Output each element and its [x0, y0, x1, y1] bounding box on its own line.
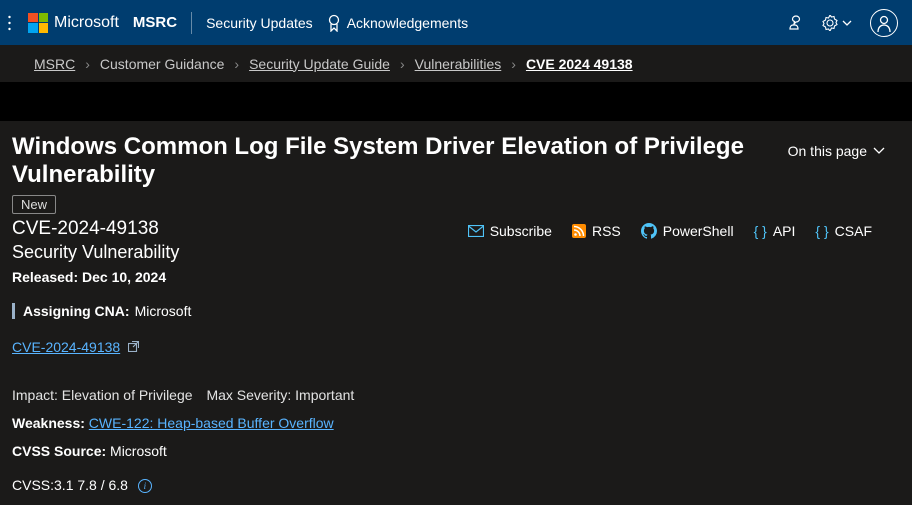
bc-vulnerabilities[interactable]: Vulnerabilities [415, 56, 502, 72]
top-header: Microsoft MSRC Security Updates Acknowle… [0, 0, 912, 45]
released-date: Released: Dec 10, 2024 [12, 269, 900, 285]
weakness-label: Weakness: [12, 415, 85, 431]
cve-link-text[interactable]: CVE-2024-49138 [12, 339, 120, 355]
header-separator [191, 12, 192, 34]
chevron-right-icon: › [85, 56, 90, 72]
chevron-down-icon [873, 147, 885, 155]
braces-icon: { } [815, 223, 828, 239]
github-icon [641, 223, 657, 239]
bc-security-update-guide[interactable]: Security Update Guide [249, 56, 390, 72]
main-content: Windows Common Log File System Driver El… [0, 121, 912, 505]
rss-icon [572, 224, 586, 238]
spacer [0, 83, 912, 121]
external-link-icon [128, 339, 139, 355]
csaf-link[interactable]: { } CSAF [815, 223, 872, 239]
on-this-page-label: On this page [788, 143, 867, 159]
bc-current[interactable]: CVE 2024 49138 [526, 56, 633, 72]
gear-icon [822, 15, 838, 31]
mail-icon [468, 225, 484, 237]
on-this-page-toggle[interactable]: On this page [788, 143, 900, 159]
person-feedback-icon [788, 15, 804, 31]
rss-text: RSS [592, 223, 621, 239]
powershell-link[interactable]: PowerShell [641, 223, 734, 239]
chevron-right-icon: › [234, 56, 239, 72]
header-right [788, 9, 904, 37]
api-text: API [773, 223, 796, 239]
csaf-text: CSAF [835, 223, 872, 239]
rss-link[interactable]: RSS [572, 223, 621, 239]
impact-label: Impact: [12, 387, 58, 403]
impact-value: Elevation of Privilege [62, 387, 193, 403]
cvss-score: CVSS:3.1 7.8 / 6.8 [12, 477, 128, 493]
chevron-down-icon [842, 20, 852, 26]
feedback-button[interactable] [788, 15, 804, 31]
cvss-score-field: CVSS:3.1 7.8 / 6.8 i [12, 477, 900, 493]
acknowledgements-text: Acknowledgements [347, 15, 468, 31]
page-title: Windows Common Log File System Driver El… [12, 133, 788, 189]
msrc-link[interactable]: MSRC [133, 14, 177, 31]
ms-logo-icon [28, 13, 48, 33]
chevron-right-icon: › [400, 56, 405, 72]
info-icon[interactable]: i [138, 479, 152, 493]
person-icon [876, 14, 892, 32]
cvss-source-value: Microsoft [110, 443, 167, 459]
cna-value: Microsoft [135, 303, 192, 319]
settings-button[interactable] [822, 15, 852, 31]
security-updates-link[interactable]: Security Updates [206, 15, 313, 31]
acknowledgements-link[interactable]: Acknowledgements [327, 14, 468, 32]
header-left: Microsoft MSRC Security Updates Acknowle… [8, 12, 468, 34]
severity-value: Important [295, 387, 354, 403]
impact-severity-row: Impact: Elevation of Privilege Max Sever… [12, 387, 900, 403]
weakness-field: Weakness: CWE-122: Heap-based Buffer Ove… [12, 415, 900, 431]
bc-customer-guidance: Customer Guidance [100, 56, 225, 72]
ribbon-icon [327, 14, 341, 32]
brand-text: Microsoft [54, 14, 119, 32]
powershell-text: PowerShell [663, 223, 734, 239]
grip-icon [8, 15, 14, 31]
cna-label: Assigning CNA: [23, 303, 130, 319]
cve-external-link[interactable]: CVE-2024-49138 [12, 339, 900, 355]
braces-icon: { } [754, 223, 767, 239]
subscribe-text: Subscribe [490, 223, 552, 239]
account-button[interactable] [870, 9, 898, 37]
cwe-link[interactable]: CWE-122: Heap-based Buffer Overflow [89, 415, 334, 431]
cvss-source-label: CVSS Source: [12, 443, 106, 459]
assigning-cna: Assigning CNA: Microsoft [12, 303, 900, 319]
severity-label: Max Severity: [206, 387, 291, 403]
microsoft-logo[interactable]: Microsoft [28, 13, 119, 33]
subscribe-link[interactable]: Subscribe [468, 223, 552, 239]
title-row: Windows Common Log File System Driver El… [12, 133, 900, 263]
api-link[interactable]: { } API [754, 223, 796, 239]
new-badge: New [12, 195, 56, 214]
breadcrumb: MSRC › Customer Guidance › Security Upda… [0, 45, 912, 83]
chevron-right-icon: › [511, 56, 516, 72]
cvss-source-field: CVSS Source: Microsoft [12, 443, 900, 459]
bc-msrc[interactable]: MSRC [34, 56, 75, 72]
vulnerability-type: Security Vulnerability [12, 242, 788, 263]
